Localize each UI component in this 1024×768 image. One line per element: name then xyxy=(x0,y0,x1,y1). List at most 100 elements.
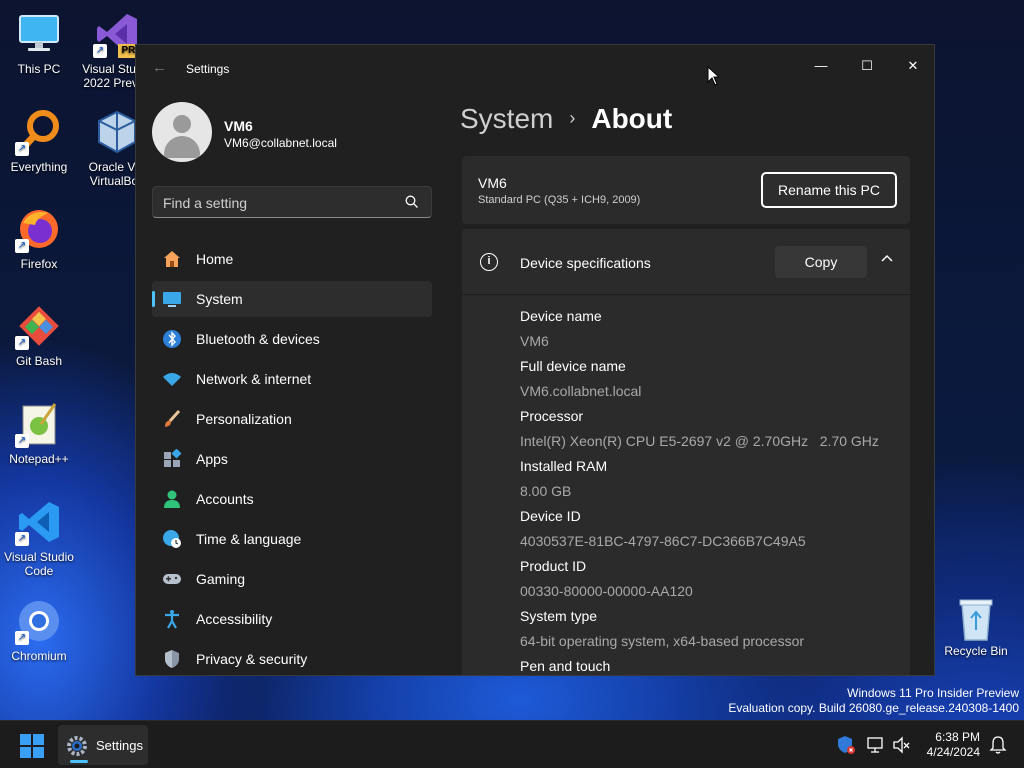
desktop-icon-label: Chromium xyxy=(11,649,67,663)
start-button[interactable] xyxy=(20,734,44,758)
maximize-button[interactable]: ☐ xyxy=(844,51,890,81)
everything-search-icon: ↗ xyxy=(15,108,63,156)
spec-value: 64-bit operating system, x64-based proce… xyxy=(520,633,805,649)
copy-button[interactable]: Copy xyxy=(775,246,867,278)
watermark-line-2: Evaluation copy. Build 26080.ge_release.… xyxy=(728,701,1019,715)
windows-logo-icon xyxy=(33,747,44,758)
spec-value: 4030537E-81BC-4797-86C7-DC366B7C49A5 xyxy=(520,533,806,549)
sidebar-item-personalization[interactable]: Personalization xyxy=(152,401,432,437)
watermark-line-1: Windows 11 Pro Insider Preview xyxy=(847,686,1019,700)
pc-model: Standard PC (Q35 + ICH9, 2009) xyxy=(478,194,641,206)
desktop-icon-firefox[interactable]: ↗ Firefox xyxy=(0,205,78,271)
sidebar-item-time-language[interactable]: Time & language xyxy=(152,521,432,557)
gamepad-icon xyxy=(162,569,182,589)
virtualbox-icon xyxy=(93,108,141,156)
search-icon[interactable] xyxy=(405,195,419,209)
shortcut-arrow-icon: ↗ xyxy=(15,336,29,350)
sidebar-item-accounts[interactable]: Accounts xyxy=(152,481,432,517)
shortcut-arrow-icon: ↗ xyxy=(15,631,29,645)
notification-bell-icon[interactable] xyxy=(988,735,1008,755)
sidebar-item-gaming[interactable]: Gaming xyxy=(152,561,432,597)
page-title: About xyxy=(591,103,673,134)
desktop-icon-git-bash[interactable]: ↗ Git Bash xyxy=(0,302,78,368)
spec-label: Processor xyxy=(520,408,584,424)
rename-pc-button[interactable]: Rename this PC xyxy=(761,172,897,208)
taskbar-app-settings[interactable]: Settings xyxy=(58,725,148,765)
sidebar-item-accessibility[interactable]: Accessibility xyxy=(152,601,432,637)
spec-value: 00330-80000-00000-AA120 xyxy=(520,583,693,599)
sidebar-item-home[interactable]: Home xyxy=(152,241,432,277)
sidebar-item-privacy[interactable]: Privacy & security xyxy=(152,641,432,675)
spec-label: System type xyxy=(520,608,598,624)
desktop-icon-everything[interactable]: ↗ Everything xyxy=(0,108,78,174)
globe-clock-icon xyxy=(162,529,182,549)
shortcut-arrow-icon: ↗ xyxy=(15,142,29,156)
notepad-plus-plus-icon: ↗ xyxy=(15,400,63,448)
device-specifications-header[interactable]: i Device specifications Copy xyxy=(462,229,910,295)
spec-row: Product ID 00330-80000-00000-AA120 xyxy=(520,557,879,607)
avatar[interactable] xyxy=(152,102,212,162)
windows-logo-icon xyxy=(20,734,31,745)
chromium-icon: ↗ xyxy=(15,597,63,645)
taskbar-app-label: Settings xyxy=(96,738,143,753)
sidebar-item-label: System xyxy=(196,291,243,307)
windows-logo-icon xyxy=(20,747,31,758)
chevron-up-icon[interactable] xyxy=(880,252,894,269)
brush-icon xyxy=(162,409,182,429)
volume-muted-icon[interactable] xyxy=(892,735,912,755)
windows-logo-icon xyxy=(33,734,44,745)
minimize-button[interactable]: — xyxy=(798,51,844,81)
defender-shield-icon[interactable] xyxy=(836,735,856,755)
desktop-icon-label: Everything xyxy=(10,160,68,174)
visual-studio-icon: ↗ PRE xyxy=(93,10,145,58)
sidebar-item-label: Personalization xyxy=(196,411,292,427)
desktop-icon-label: Notepad++ xyxy=(9,452,69,466)
active-indicator xyxy=(70,760,88,763)
clock-date: 4/24/2024 xyxy=(926,745,980,759)
window-titlebar[interactable]: ← Settings — ☐ ✕ xyxy=(136,45,934,91)
sidebar-item-label: Time & language xyxy=(196,531,302,547)
info-icon: i xyxy=(480,253,498,271)
sidebar-item-bluetooth[interactable]: Bluetooth & devices xyxy=(152,321,432,357)
spec-row: Device ID 4030537E-81BC-4797-86C7-DC366B… xyxy=(520,507,879,557)
sidebar-item-apps[interactable]: Apps xyxy=(152,441,432,477)
sidebar-item-label: Bluetooth & devices xyxy=(196,331,320,347)
settings-window[interactable]: ← Settings — ☐ ✕ VM6 VM6@collabnet.local… xyxy=(135,44,935,676)
desktop-icon-notepad-plus-plus[interactable]: ↗ Notepad++ xyxy=(0,400,78,466)
device-specifications-card: i Device specifications Copy Device name… xyxy=(462,229,910,675)
breadcrumb-parent[interactable]: System xyxy=(460,103,553,134)
recycle-bin-icon xyxy=(956,596,996,642)
shortcut-arrow-icon: ↗ xyxy=(15,532,29,546)
network-icon[interactable] xyxy=(866,735,886,755)
vscode-icon: ↗ xyxy=(15,498,63,546)
close-button[interactable]: ✕ xyxy=(890,51,934,81)
avatar-body xyxy=(164,136,200,158)
desktop-icon-label: This PC xyxy=(17,62,61,76)
search-box[interactable] xyxy=(152,186,432,218)
spec-label: Full device name xyxy=(520,358,626,374)
desktop-icon-label: Recycle Bin xyxy=(944,644,1008,658)
profile-email: VM6@collabnet.local xyxy=(224,136,337,150)
spec-value: VM6 xyxy=(520,333,549,349)
spec-label: Device ID xyxy=(520,508,581,524)
monitor-icon xyxy=(15,10,63,58)
sidebar-item-network[interactable]: Network & internet xyxy=(152,361,432,397)
search-input[interactable] xyxy=(163,193,393,213)
spec-value: Intel(R) Xeon(R) CPU E5-2697 v2 @ 2.70GH… xyxy=(520,433,879,449)
spec-row: System type 64-bit operating system, x64… xyxy=(520,607,879,657)
desktop-icon-this-pc[interactable]: This PC xyxy=(0,10,78,76)
desktop-icon-recycle-bin[interactable]: Recycle Bin xyxy=(940,596,1012,658)
system-icon xyxy=(162,289,182,309)
taskbar-clock[interactable]: 6:38 PM 4/24/2024 xyxy=(920,730,980,760)
chevron-right-icon: › xyxy=(569,108,576,128)
desktop-icon-chromium[interactable]: ↗ Chromium xyxy=(0,597,78,663)
desktop-icon-label: Git Bash xyxy=(15,354,63,368)
sidebar-item-system[interactable]: System xyxy=(152,281,432,317)
sidebar-item-label: Accessibility xyxy=(196,611,273,627)
desktop-icon-label: Firefox xyxy=(20,257,58,271)
spec-value: VM6.collabnet.local xyxy=(520,383,642,399)
desktop-icon-vscode[interactable]: ↗ Visual Studio Code xyxy=(0,498,78,578)
back-arrow-icon[interactable]: ← xyxy=(152,59,167,76)
pc-name: VM6 xyxy=(478,175,507,191)
spec-row: Pen and touch xyxy=(520,657,879,675)
